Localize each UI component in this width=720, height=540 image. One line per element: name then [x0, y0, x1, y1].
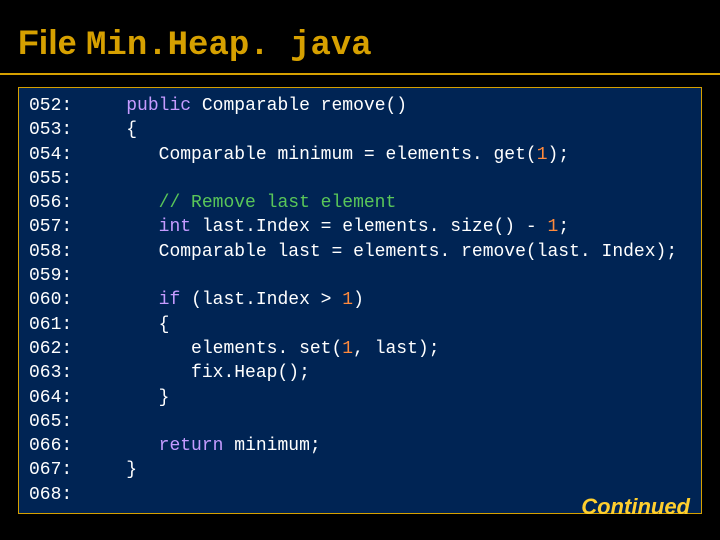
code-token: }	[126, 460, 137, 480]
code-token	[223, 436, 234, 456]
code-token: elements. set(	[191, 339, 342, 359]
code-token: Comparable last = elements. remove(last.…	[159, 242, 677, 262]
line-number: 060:	[29, 290, 72, 310]
code-token: public	[126, 96, 191, 116]
title-filename: Min.Heap. java	[86, 27, 372, 65]
code-token	[94, 96, 126, 116]
code-token: last.Index = elements. size() -	[202, 217, 548, 237]
code-token: 1	[548, 217, 559, 237]
code-token	[94, 242, 159, 262]
code-token: )	[353, 290, 364, 310]
line-number: 055:	[29, 169, 72, 189]
code-token: {	[126, 120, 137, 140]
code-token	[94, 363, 191, 383]
code-block: 052: public Comparable remove() 053: { 0…	[29, 94, 691, 507]
code-token: Comparable minimum = elements. get(	[159, 145, 537, 165]
code-token	[191, 96, 202, 116]
code-token: // Remove last element	[159, 193, 397, 213]
code-token	[94, 436, 159, 456]
code-token	[191, 217, 202, 237]
code-token	[94, 120, 126, 140]
code-token	[180, 290, 191, 310]
code-token: fix.Heap();	[191, 363, 310, 383]
line-number: 068:	[29, 485, 72, 505]
code-token	[94, 217, 159, 237]
line-number: 062:	[29, 339, 72, 359]
code-token: Comparable remove()	[202, 96, 407, 116]
line-number: 061:	[29, 315, 72, 335]
line-number: 064:	[29, 388, 72, 408]
code-token: {	[159, 315, 170, 335]
line-number: 067:	[29, 460, 72, 480]
code-token: ;	[558, 217, 569, 237]
line-number: 059:	[29, 266, 72, 286]
code-token	[94, 339, 191, 359]
title-rule	[0, 73, 720, 75]
continued-label: Continued	[581, 494, 690, 520]
line-number: 066:	[29, 436, 72, 456]
slide: File Min.Heap. java 052: public Comparab…	[0, 0, 720, 540]
line-number: 057:	[29, 217, 72, 237]
code-token	[94, 145, 159, 165]
line-number: 056:	[29, 193, 72, 213]
line-number: 065:	[29, 412, 72, 432]
code-token	[94, 290, 159, 310]
code-token: 1	[537, 145, 548, 165]
line-number: 063:	[29, 363, 72, 383]
code-token: , last);	[353, 339, 439, 359]
title-prefix: File	[18, 24, 86, 62]
code-token: int	[159, 217, 191, 237]
line-number: 054:	[29, 145, 72, 165]
code-token	[94, 315, 159, 335]
line-number: 058:	[29, 242, 72, 262]
code-token	[94, 388, 159, 408]
code-frame: 052: public Comparable remove() 053: { 0…	[18, 87, 702, 514]
code-token: );	[548, 145, 570, 165]
code-token: return	[159, 436, 224, 456]
code-token: 1	[342, 290, 353, 310]
slide-title: File Min.Heap. java	[0, 0, 720, 73]
code-token	[94, 460, 126, 480]
code-token	[94, 193, 159, 213]
code-token: }	[159, 388, 170, 408]
code-token: if	[159, 290, 181, 310]
code-token: 1	[342, 339, 353, 359]
line-number: 053:	[29, 120, 72, 140]
code-token: (last.Index >	[191, 290, 342, 310]
line-number: 052:	[29, 96, 72, 116]
code-token: minimum;	[234, 436, 320, 456]
